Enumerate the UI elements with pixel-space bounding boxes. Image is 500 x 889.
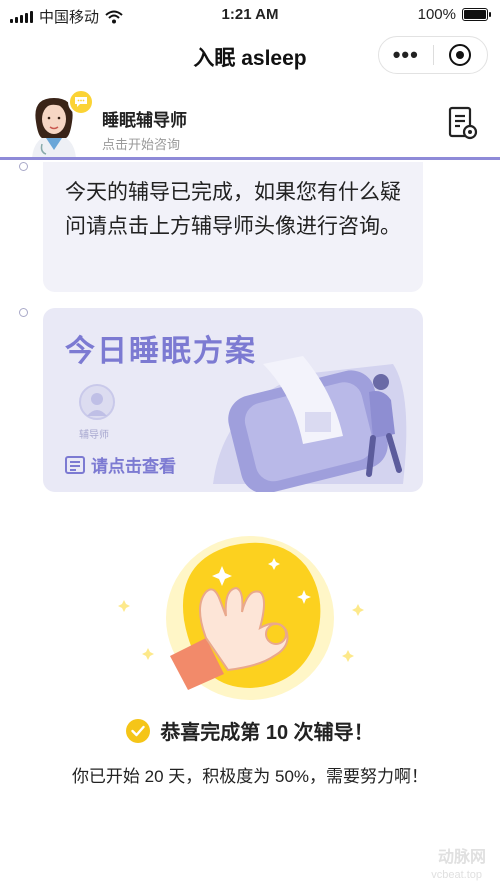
battery-percent: 100% bbox=[417, 6, 456, 23]
view-plan-link[interactable]: 请点击查看 bbox=[65, 452, 176, 477]
status-right: 100% bbox=[417, 6, 491, 23]
mini-avatar-label: 辅导师 bbox=[79, 430, 109, 441]
status-bar: 中国移动 1:21 AM 100% bbox=[0, 0, 500, 30]
progress-summary: 你已开始 20 天，积极度为 50%，需要努力啊！ bbox=[71, 767, 429, 786]
congrats-headline: 恭喜完成第 10 次辅导！ bbox=[0, 716, 500, 745]
header-divider bbox=[0, 157, 500, 160]
close-button[interactable] bbox=[433, 44, 487, 66]
watermark-url: vcbeat.top bbox=[431, 869, 482, 881]
view-plan-label: 请点击查看 bbox=[91, 457, 176, 476]
battery-icon bbox=[462, 8, 491, 21]
ok-hand-illustration bbox=[118, 536, 364, 700]
congrats-text: 恭喜完成第 10 次辅导！ bbox=[160, 722, 374, 744]
timeline-dot bbox=[19, 308, 28, 317]
coach-name[interactable]: 睡眠辅导师 bbox=[102, 106, 187, 131]
report-settings-icon[interactable] bbox=[448, 106, 478, 140]
more-icon[interactable]: ••• bbox=[379, 36, 433, 74]
sleep-plan-card[interactable]: 今日睡眠方案 辅导师 请点击查看 bbox=[43, 308, 423, 492]
check-icon bbox=[126, 718, 151, 743]
miniprogram-capsule: ••• bbox=[378, 36, 488, 74]
phone-illustration bbox=[213, 356, 407, 492]
mini-avatar bbox=[79, 384, 115, 420]
watermark-brand: 动脉网 bbox=[437, 849, 486, 866]
nav-bar: 入眠 asleep ••• bbox=[0, 30, 500, 82]
chat-badge-icon bbox=[68, 89, 94, 115]
coach-header: 睡眠辅导师 点击开始咨询 bbox=[0, 86, 500, 158]
coach-subtitle[interactable]: 点击开始咨询 bbox=[102, 134, 180, 153]
document-icon bbox=[65, 455, 85, 474]
message-bubble: 今天的辅导已完成，如果您有什么疑问请点击上方辅导师头像进行咨询。 bbox=[43, 162, 423, 292]
timeline-dot bbox=[19, 162, 28, 171]
close-circle-icon bbox=[449, 44, 472, 66]
